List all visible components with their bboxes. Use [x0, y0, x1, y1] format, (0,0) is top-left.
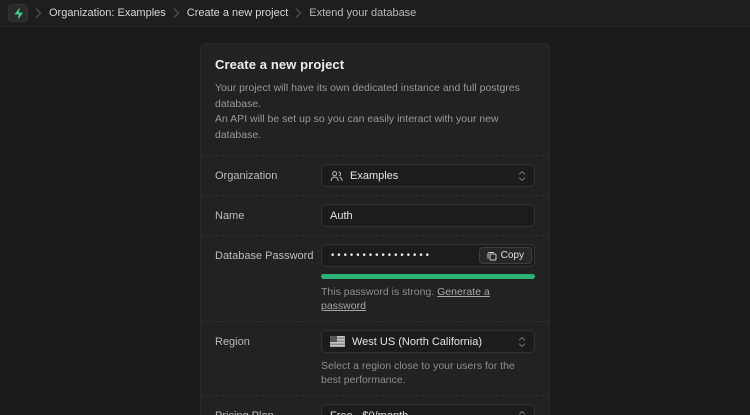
organization-row: Organization Examples	[201, 155, 549, 195]
password-helper: This password is strong. Generate a pass…	[321, 285, 535, 313]
organization-select[interactable]: Examples	[321, 164, 535, 187]
copy-password-button[interactable]: Copy	[479, 247, 532, 264]
breadcrumb-extend-database[interactable]: Extend your database	[309, 7, 416, 19]
password-strength-text: This password is strong.	[321, 286, 437, 298]
pricing-label: Pricing Plan	[215, 404, 321, 415]
password-label: Database Password	[215, 244, 321, 313]
top-navigation-bar: Organization: Examples Create a new proj…	[0, 0, 750, 27]
description-line-2: An API will be set up so you can easily …	[215, 113, 499, 141]
region-select[interactable]: West US (North California)	[321, 330, 535, 353]
card-description: Your project will have its own dedicated…	[215, 81, 535, 143]
breadcrumb-create-project[interactable]: Create a new project	[187, 7, 289, 19]
app-root: Organization: Examples Create a new proj…	[0, 0, 750, 415]
create-project-card: Create a new project Your project will h…	[200, 43, 550, 415]
breadcrumb-organization[interactable]: Organization: Examples	[49, 7, 166, 19]
main-content: Create a new project Your project will h…	[0, 27, 750, 415]
select-chevrons-icon	[518, 336, 526, 348]
organization-value: Examples	[350, 170, 511, 182]
page-title: Create a new project	[215, 57, 535, 72]
us-flag-icon	[330, 336, 345, 347]
name-label: Name	[215, 204, 321, 227]
select-chevrons-icon	[518, 410, 526, 415]
card-header: Create a new project Your project will h…	[201, 44, 549, 155]
copy-icon	[487, 251, 497, 261]
password-row: Database Password Copy	[201, 235, 549, 321]
breadcrumb-separator-icon	[173, 8, 180, 18]
copy-button-label: Copy	[501, 250, 524, 261]
users-icon	[330, 170, 343, 182]
breadcrumb-separator-icon	[35, 8, 42, 18]
region-value: West US (North California)	[352, 336, 511, 348]
password-strength-bar	[321, 274, 535, 279]
home-logo-button[interactable]	[8, 4, 28, 22]
project-name-input[interactable]	[321, 204, 535, 227]
supabase-bolt-icon	[13, 7, 24, 20]
region-helper: Select a region close to your users for …	[321, 359, 535, 387]
description-line-1: Your project will have its own dedicated…	[215, 82, 520, 110]
region-label: Region	[215, 330, 321, 387]
organization-label: Organization	[215, 164, 321, 187]
pricing-select[interactable]: Free - $0/month	[321, 404, 535, 415]
breadcrumb-separator-icon	[295, 8, 302, 18]
name-row: Name	[201, 195, 549, 235]
pricing-row: Pricing Plan Free - $0/month Select a pl…	[201, 395, 549, 415]
region-row: Region West US (North California) Select…	[201, 321, 549, 395]
pricing-value: Free - $0/month	[330, 410, 511, 415]
select-chevrons-icon	[518, 170, 526, 182]
